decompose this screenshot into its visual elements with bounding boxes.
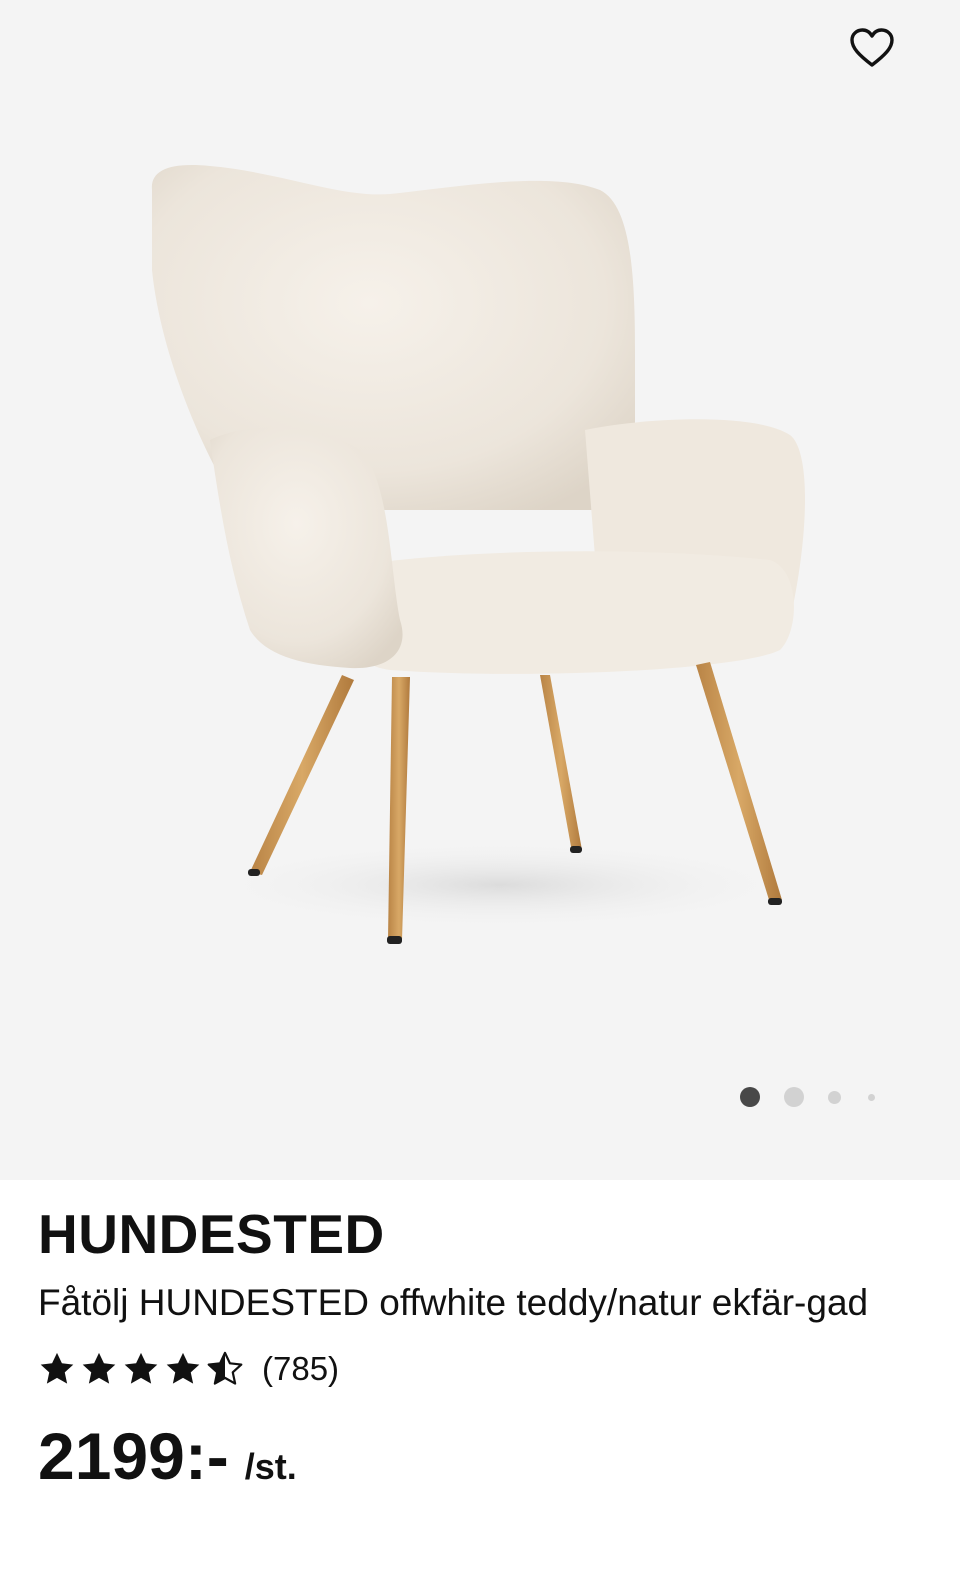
price-unit: /st. xyxy=(244,1446,297,1487)
price: 2199:- xyxy=(38,1419,229,1493)
rating-stars xyxy=(38,1350,248,1388)
carousel-dot[interactable] xyxy=(828,1090,841,1104)
carousel-dot[interactable] xyxy=(868,1093,875,1101)
product-description[interactable]: Fåtölj HUNDESTED offwhite teddy/natur ek… xyxy=(38,1280,922,1326)
product-brand-title: HUNDESTED xyxy=(38,1203,385,1265)
carousel-dot-active[interactable] xyxy=(740,1087,760,1107)
product-image[interactable] xyxy=(130,150,830,970)
product-info: HUNDESTED Fåtölj HUNDESTED offwhite tedd… xyxy=(38,1180,922,1492)
star-full-icon xyxy=(166,1352,200,1384)
star-half-icon xyxy=(207,1351,243,1385)
carousel-dot[interactable] xyxy=(784,1087,804,1107)
rating-row[interactable]: (785) xyxy=(38,1344,922,1394)
favorite-button[interactable] xyxy=(846,22,898,74)
heart-outline-icon xyxy=(850,28,894,67)
price-row: 2199:- /st. xyxy=(38,1420,922,1492)
star-full-icon xyxy=(40,1352,74,1384)
product-image-gallery[interactable] xyxy=(0,0,960,1180)
star-full-icon xyxy=(124,1352,158,1384)
carousel-indicator xyxy=(740,1087,875,1107)
review-count[interactable]: (785) xyxy=(262,1350,339,1388)
star-full-icon xyxy=(82,1352,116,1384)
